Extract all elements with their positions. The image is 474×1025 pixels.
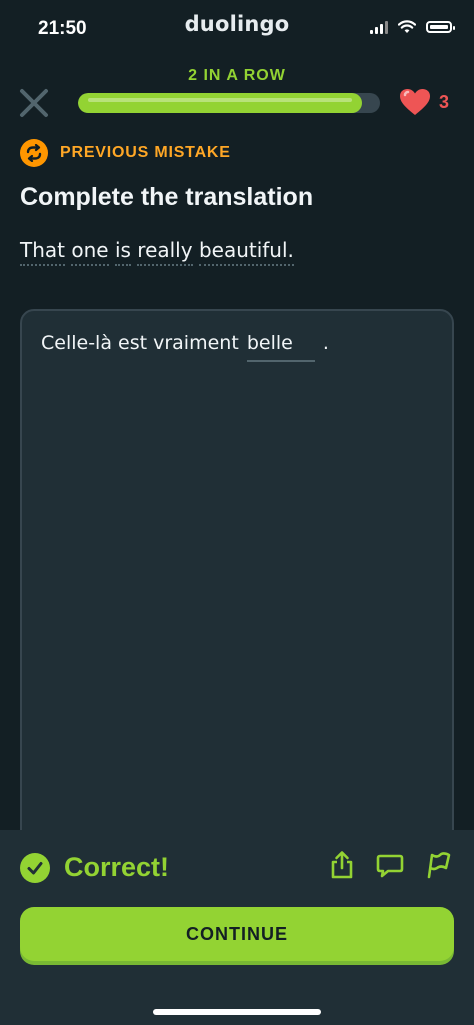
status-icons	[370, 20, 455, 34]
answer-suffix: .	[322, 332, 329, 354]
answer-blank-field[interactable]: belle	[246, 332, 315, 362]
previous-mistake-badge: PREVIOUS MISTAKE	[20, 139, 231, 167]
close-icon	[20, 89, 48, 117]
progress-fill	[78, 93, 362, 113]
check-icon	[20, 852, 50, 883]
prompt-word[interactable]: beautiful.	[198, 238, 294, 266]
discuss-button[interactable]	[376, 850, 404, 880]
flag-icon	[427, 852, 451, 879]
answer-card: Celle-là est vraiment belle .	[20, 309, 454, 869]
continue-button[interactable]: CONTINUE	[20, 907, 454, 961]
result-text: Correct!	[64, 852, 170, 882]
prompt-word[interactable]: one	[71, 238, 109, 266]
answer-prefix: Celle-là est vraiment	[41, 332, 239, 354]
prompt-sentence: That one is really beautiful.	[20, 238, 294, 266]
share-button[interactable]	[328, 850, 356, 880]
wifi-icon	[398, 20, 416, 33]
heart-icon	[400, 89, 430, 115]
signal-icon	[370, 20, 388, 34]
report-button[interactable]	[424, 850, 452, 880]
exercise-title: Complete the translation	[20, 183, 314, 211]
prompt-word[interactable]: really	[137, 238, 193, 266]
answer-sentence: Celle-là est vraiment belle .	[41, 332, 329, 362]
result-row: Correct!	[20, 852, 169, 883]
share-icon	[331, 851, 353, 879]
feedback-footer: Correct! CONTINUE	[0, 830, 474, 1025]
streak-label: 2 IN A ROW	[188, 67, 286, 84]
battery-icon	[426, 21, 455, 33]
comment-icon	[376, 854, 404, 878]
hearts-count: 3	[439, 91, 450, 112]
feedback-actions	[328, 850, 452, 880]
status-bar: 21:50 duolingo	[0, 0, 474, 60]
home-indicator[interactable]	[153, 1009, 321, 1015]
prompt-word[interactable]: is	[114, 238, 131, 266]
hearts-counter[interactable]: 3	[399, 88, 449, 116]
prompt-word[interactable]: That	[20, 238, 65, 266]
lesson-progress-bar	[78, 93, 380, 113]
close-button[interactable]	[18, 87, 50, 119]
previous-mistake-label: PREVIOUS MISTAKE	[60, 144, 231, 161]
repeat-icon	[20, 139, 48, 167]
